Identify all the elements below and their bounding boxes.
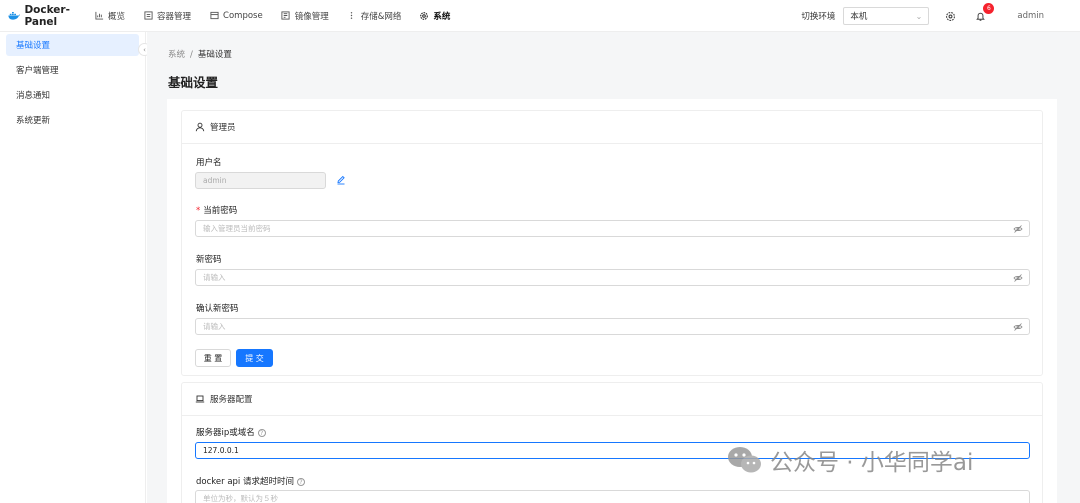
image-icon (281, 11, 291, 21)
username-label: 用户名 (196, 158, 222, 168)
top-bar-right: 切换环境 本机 ⌄ 6 admin (801, 0, 1080, 32)
user-icon (195, 122, 205, 132)
eye-off-icon[interactable] (1013, 322, 1023, 332)
nav-label: 容器管理 (157, 11, 192, 22)
submit-button[interactable]: 提 交 (236, 349, 273, 367)
server-card-title: 服务器配置 (210, 395, 253, 405)
admin-card-title: 管理员 (210, 123, 236, 133)
confirm-password-input[interactable]: 请输入 (195, 318, 1030, 335)
notification-badge: 6 (983, 3, 995, 14)
host-value: 127.0.0.1 (203, 446, 239, 455)
breadcrumb: 系统 / 基础设置 (168, 48, 232, 60)
help-icon[interactable]: ? (296, 477, 305, 486)
new-password-label: 新密码 (196, 255, 222, 265)
admin-card-header: 管理员 (182, 111, 1042, 144)
laptop-icon (195, 394, 205, 404)
reset-button[interactable]: 重 置 (195, 349, 231, 367)
env-select[interactable]: 本机 ⌄ (843, 7, 930, 25)
host-label-text: 服务器ip或域名 (196, 428, 255, 438)
server-card-header: 服务器配置 (182, 383, 1042, 416)
help-icon[interactable]: ? (257, 428, 266, 437)
compose-icon (209, 11, 219, 21)
nav-item-storage-network[interactable]: 存储&网络 (347, 10, 402, 22)
confirm-password-placeholder: 请输入 (203, 322, 226, 331)
breadcrumb-current: 基础设置 (197, 50, 232, 60)
settings-button[interactable] (943, 9, 957, 23)
new-password-placeholder: 请输入 (203, 273, 226, 282)
nav-item-overview[interactable]: 概览 (94, 10, 125, 22)
notification-button[interactable]: 6 (973, 3, 995, 23)
nav-item-containers[interactable]: 容器管理 (143, 10, 191, 22)
breadcrumb-separator: / (190, 50, 193, 60)
main-content: 系统 / 基础设置 基础设置 管理员 用户名 admin * 当前密码 输入管理员当前… (147, 32, 1080, 503)
nav-item-system[interactable]: 系统 (419, 10, 450, 22)
eye-off-icon[interactable] (1013, 273, 1023, 283)
top-bar: Docker-Panel 概览 容器管理 Compose 镜像管理 存储&网络 … (0, 0, 1080, 32)
nav-label: 概览 (108, 11, 126, 22)
confirm-password-label: 确认新密码 (196, 304, 239, 314)
gear-icon (419, 11, 429, 21)
sidebar-item-notifications[interactable]: 消息通知 (6, 84, 139, 106)
env-switch-label: 切换环境 (801, 12, 836, 22)
breadcrumb-root[interactable]: 系统 (168, 50, 185, 60)
page-title: 基础设置 (168, 75, 219, 90)
edit-icon[interactable] (336, 175, 346, 185)
current-password-label: * 当前密码 (196, 204, 237, 216)
app-name: Docker-Panel (24, 3, 70, 28)
timeout-label-text: docker api 请求超时时间 (196, 477, 294, 487)
timeout-placeholder: 单位为秒，默认为５秒 (203, 494, 278, 503)
gear-icon (945, 11, 955, 21)
nav-item-images[interactable]: 镜像管理 (281, 10, 329, 22)
watermark: 公众号 · 小华同学ai (726, 443, 973, 477)
env-select-value: 本机 (850, 12, 868, 22)
current-password-input[interactable]: 输入管理员当前密码 (195, 220, 1030, 237)
timeout-label: docker api 请求超时时间? (196, 475, 305, 487)
timeout-input[interactable]: 单位为秒，默认为５秒 (195, 490, 1030, 503)
nav-label: 系统 (433, 11, 451, 22)
chart-icon (94, 11, 104, 21)
app-logo[interactable]: Docker-Panel (8, 4, 94, 28)
nav-label: 存储&网络 (360, 11, 402, 22)
container-icon (143, 11, 153, 21)
sidebar: 基础设置 客户端管理 消息通知 系统更新 ‹ (0, 32, 151, 503)
new-password-input[interactable]: 请输入 (195, 269, 1030, 286)
sidebar-item-basic-settings[interactable]: 基础设置 (6, 34, 139, 56)
eye-off-icon[interactable] (1013, 224, 1023, 234)
nav-label: Compose (223, 10, 263, 21)
docker-whale-icon (8, 11, 21, 20)
current-password-label-text: 当前密码 (203, 206, 238, 216)
wechat-icon (728, 447, 761, 473)
username-field: admin (195, 172, 326, 189)
top-nav: 概览 容器管理 Compose 镜像管理 存储&网络 系统 (94, 10, 468, 22)
chevron-down-icon: ⌄ (915, 11, 923, 21)
sidebar-item-client-management[interactable]: 客户端管理 (6, 59, 139, 81)
user-menu[interactable]: admin (1017, 11, 1044, 21)
current-password-placeholder: 输入管理员当前密码 (203, 224, 271, 233)
storage-icon (347, 11, 357, 21)
required-mark: * (196, 206, 201, 216)
username-value: admin (203, 176, 227, 185)
nav-label: 镜像管理 (294, 11, 329, 22)
nav-item-compose[interactable]: Compose (209, 11, 263, 21)
host-label: 服务器ip或域名? (196, 426, 266, 438)
admin-card: 管理员 用户名 admin * 当前密码 输入管理员当前密码 新密码 请输入 确认… (181, 110, 1043, 376)
sidebar-item-system-update[interactable]: 系统更新 (6, 109, 139, 131)
watermark-text: 公众号 · 小华同学ai (770, 450, 974, 476)
chevron-left-icon: ‹ (143, 45, 146, 54)
